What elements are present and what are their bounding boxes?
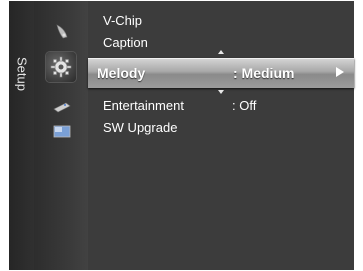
menu-item-entertainment-value: : Off: [232, 98, 257, 113]
remote-control-icon[interactable]: [51, 98, 73, 116]
menu-item-melody-label: Melody: [97, 65, 146, 81]
chevron-right-icon: [336, 67, 344, 77]
menu-item-caption[interactable]: Caption: [103, 35, 148, 50]
scroll-down-icon: [218, 90, 224, 94]
satellite-dish-icon[interactable]: [52, 22, 72, 42]
gear-icon[interactable]: [46, 52, 76, 82]
display-icon[interactable]: [51, 123, 73, 141]
menu-item-entertainment[interactable]: Entertainment: [103, 98, 184, 113]
sidebar-title: Setup: [14, 57, 30, 91]
scroll-up-icon: [218, 50, 224, 54]
menu-item-melody-value: : Medium: [233, 65, 295, 81]
menu-item-vchip[interactable]: V-Chip: [103, 13, 142, 28]
sidebar-tab: [9, 1, 34, 270]
menu-item-sw-upgrade[interactable]: SW Upgrade: [103, 120, 177, 135]
